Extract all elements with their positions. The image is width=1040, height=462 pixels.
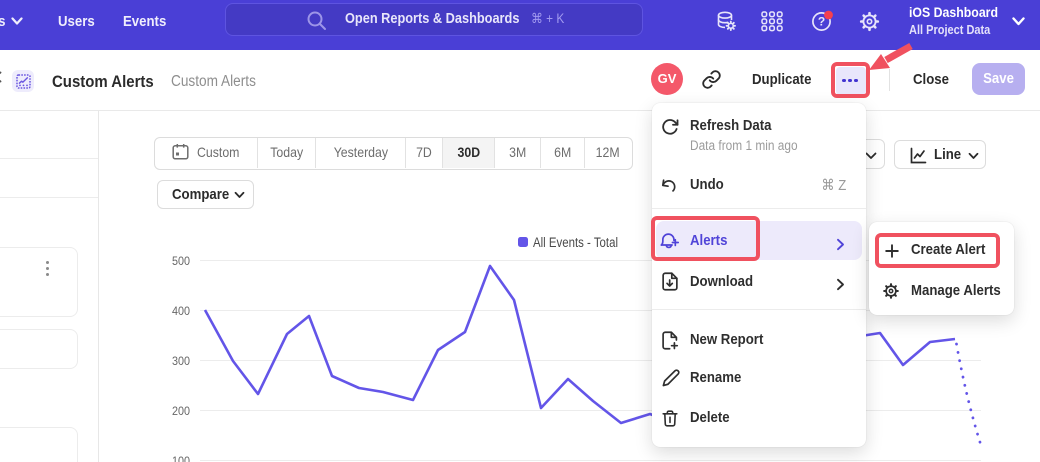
svg-text:500: 500 — [172, 254, 190, 268]
svg-text:100: 100 — [172, 454, 190, 462]
svg-text:200: 200 — [172, 404, 190, 418]
svg-text:300: 300 — [172, 354, 190, 368]
svg-text:All Events - Total: All Events - Total — [533, 235, 618, 250]
svg-text:400: 400 — [172, 304, 190, 318]
